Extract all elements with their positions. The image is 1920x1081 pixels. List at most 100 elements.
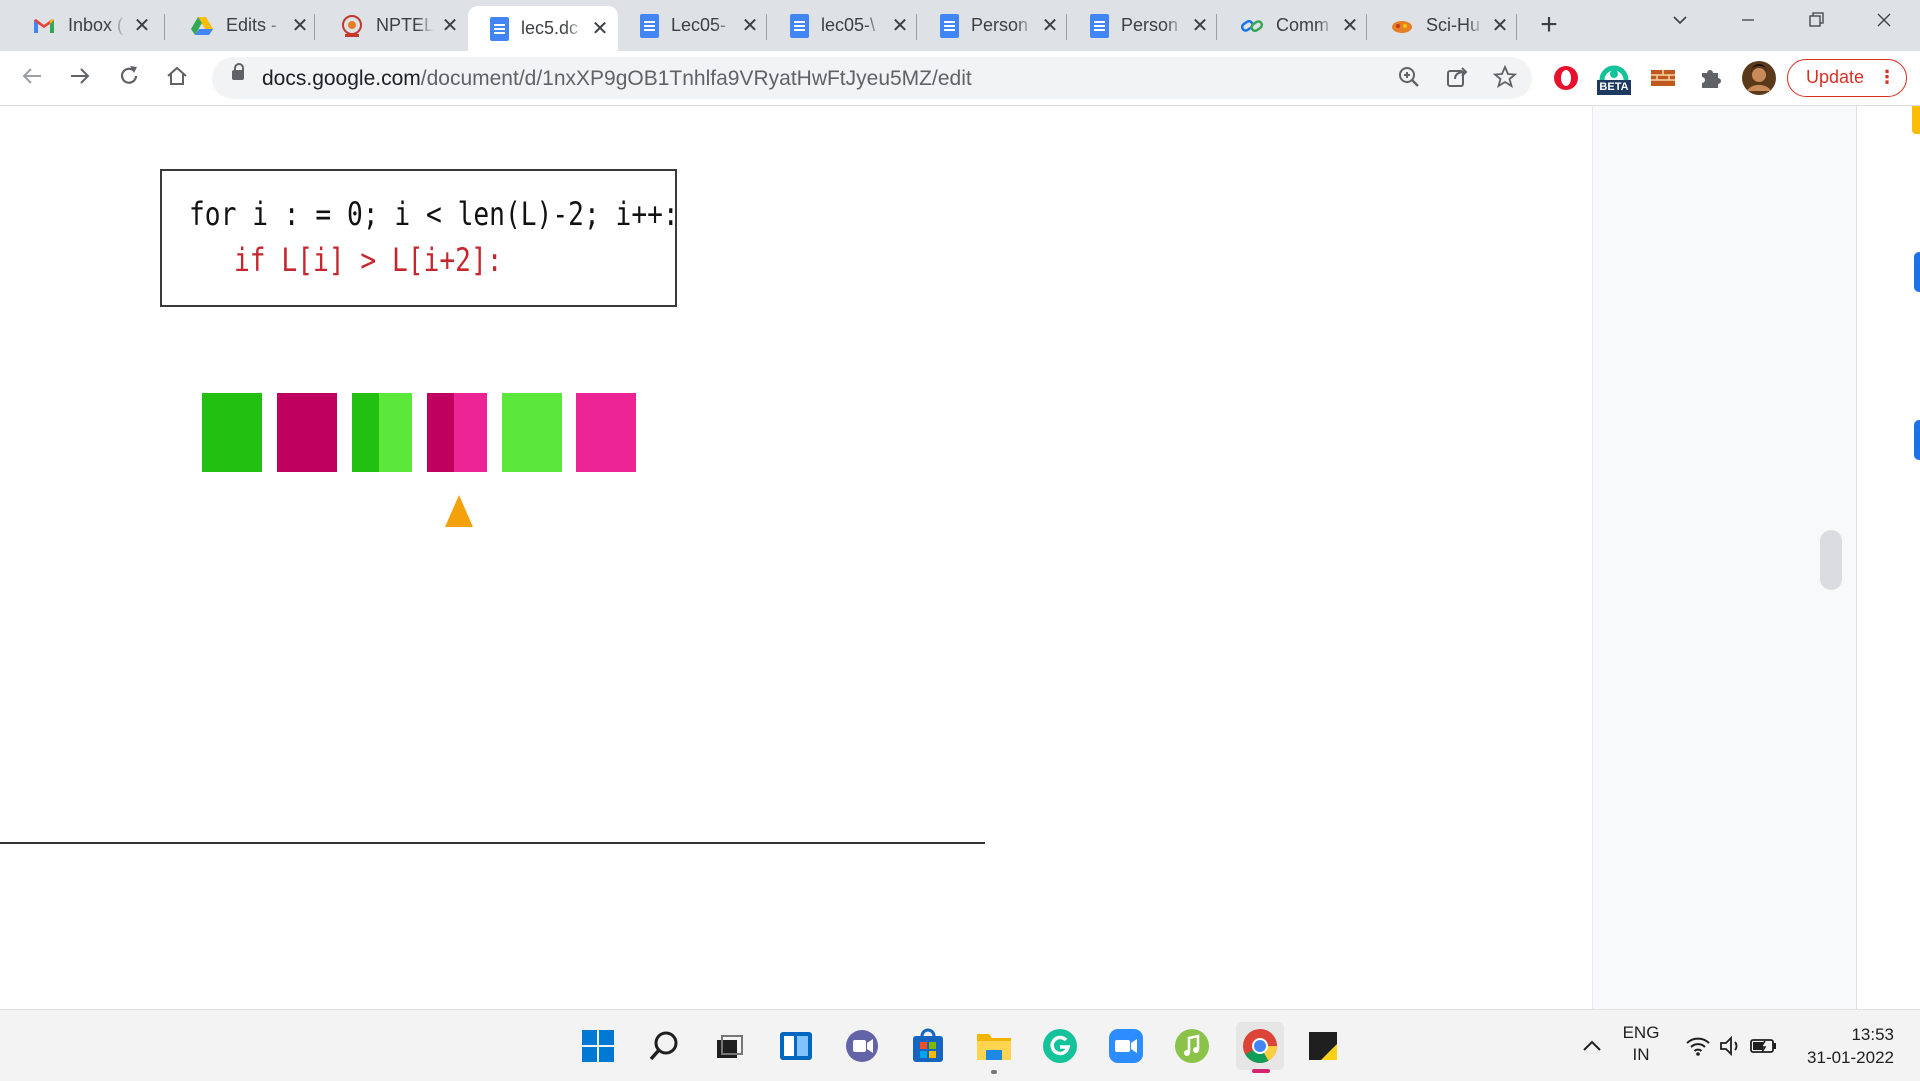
update-label: Update xyxy=(1806,67,1865,87)
tab-title: NPTEL xyxy=(376,15,434,35)
tab-divider xyxy=(1516,14,1517,40)
widgets-icon[interactable] xyxy=(776,1026,816,1066)
forward-button[interactable] xyxy=(65,63,95,93)
tab-title: Person xyxy=(971,15,1029,35)
windows-start-icon[interactable] xyxy=(578,1026,618,1066)
microsoft-store-icon[interactable] xyxy=(908,1026,948,1066)
update-button[interactable]: Update ⋮ xyxy=(1787,59,1907,97)
close-icon[interactable]: ✕ xyxy=(740,13,760,38)
close-icon[interactable]: ✕ xyxy=(290,13,310,38)
google-docs-icon xyxy=(640,13,659,38)
close-icon[interactable]: ✕ xyxy=(1040,13,1060,38)
lock-icon[interactable] xyxy=(232,63,244,80)
google-docs-icon xyxy=(1090,13,1109,38)
zoom-icon[interactable] xyxy=(1396,65,1422,91)
running-indicator xyxy=(991,1070,997,1074)
file-explorer-icon[interactable] xyxy=(974,1026,1014,1074)
browser-toolbar: docs.google.com/document/d/1nxXP9gOB1Tnh… xyxy=(0,51,1920,106)
battery-icon[interactable] xyxy=(1748,1032,1778,1060)
close-icon[interactable]: ✕ xyxy=(1490,13,1510,38)
tab-gmail[interactable]: Inbox ( ✕ xyxy=(10,6,160,45)
tab-drive[interactable]: Edits - ✕ xyxy=(168,6,318,45)
link-icon xyxy=(1240,14,1264,38)
tab-lec05-2[interactable]: lec05-\ ✕ xyxy=(768,6,918,45)
opera-extension-icon[interactable] xyxy=(1551,63,1581,93)
back-button[interactable] xyxy=(17,63,47,93)
tab-lec5-active[interactable]: lec5.dc ✕ xyxy=(468,6,618,51)
tab-title: Sci-Hu xyxy=(1426,15,1481,35)
close-icon[interactable]: ✕ xyxy=(890,13,910,38)
new-tab-button[interactable]: + xyxy=(1534,10,1564,40)
horizontal-rule xyxy=(0,842,985,844)
close-icon[interactable]: ✕ xyxy=(132,13,152,38)
sticky-notes-icon[interactable] xyxy=(1303,1026,1343,1066)
language-indicator[interactable]: ENG IN xyxy=(1620,1023,1662,1065)
url-text[interactable]: docs.google.com/document/d/1nxXP9gOB1Tnh… xyxy=(262,67,972,91)
code-line-1: for i : = 0; i < len(L)-2; i++: xyxy=(189,195,679,233)
tab-person-1[interactable]: Person ✕ xyxy=(918,6,1068,45)
tab-divider xyxy=(1066,14,1067,40)
contacts-edge-icon[interactable] xyxy=(1914,420,1920,460)
brick-extension-icon[interactable] xyxy=(1648,63,1678,93)
tab-nptel[interactable]: NPTEL ✕ xyxy=(318,6,468,45)
tab-divider xyxy=(1216,14,1217,40)
wifi-icon[interactable] xyxy=(1684,1032,1712,1060)
reload-button[interactable] xyxy=(114,63,144,93)
active-indicator xyxy=(1252,1069,1270,1073)
close-icon[interactable]: ✕ xyxy=(1190,13,1210,38)
close-icon[interactable]: ✕ xyxy=(1340,13,1360,38)
tab-divider xyxy=(916,14,917,40)
tab-comm[interactable]: Comm ✕ xyxy=(1218,6,1368,45)
beta-badge: BETA xyxy=(1597,80,1631,95)
tab-divider xyxy=(164,14,165,40)
nptel-icon xyxy=(340,14,364,38)
search-icon[interactable] xyxy=(644,1026,684,1066)
tab-title: Person xyxy=(1121,15,1179,35)
bookmark-star-icon[interactable] xyxy=(1492,64,1518,91)
tab-lec05[interactable]: Lec05- ✕ xyxy=(618,6,768,45)
square-3 xyxy=(352,393,412,472)
extensions-puzzle-icon[interactable] xyxy=(1696,63,1726,93)
side-panel xyxy=(1592,106,1857,1009)
sci-hub-icon xyxy=(1390,14,1414,38)
menu-dots-icon[interactable]: ⋮ xyxy=(1878,60,1896,95)
share-icon[interactable] xyxy=(1444,65,1470,91)
right-side-strip xyxy=(1856,106,1920,1009)
task-view-icon[interactable] xyxy=(710,1026,750,1066)
profile-avatar[interactable] xyxy=(1742,61,1776,95)
volume-icon[interactable] xyxy=(1716,1032,1744,1060)
chrome-icon[interactable] xyxy=(1236,1022,1284,1073)
address-bar[interactable]: docs.google.com/document/d/1nxXP9gOB1Tnh… xyxy=(212,57,1532,99)
clock-date: 31-01-2022 xyxy=(1807,1048,1894,1067)
teams-chat-icon[interactable] xyxy=(842,1026,882,1066)
home-button[interactable] xyxy=(162,63,192,93)
square-4 xyxy=(427,393,487,472)
grammarly-icon[interactable] xyxy=(1040,1026,1080,1066)
close-window-button[interactable] xyxy=(1864,8,1904,38)
tab-strip: Inbox ( ✕ Edits - ✕ NPTEL ✕ lec5.dc ✕ Le… xyxy=(0,0,1920,51)
square-1 xyxy=(202,393,262,472)
music-app-icon[interactable] xyxy=(1172,1026,1212,1066)
restore-button[interactable] xyxy=(1796,8,1836,38)
url-host: docs.google.com xyxy=(262,67,421,90)
zoom-icon[interactable] xyxy=(1106,1026,1146,1066)
close-icon[interactable]: ✕ xyxy=(590,16,610,41)
tasks-edge-icon[interactable] xyxy=(1914,252,1920,292)
tab-title: lec5.dc xyxy=(521,18,579,38)
keep-edge-icon[interactable] xyxy=(1912,106,1920,134)
tab-title: Inbox ( xyxy=(68,15,124,35)
tab-divider xyxy=(766,14,767,40)
tab-title: Comm xyxy=(1276,15,1329,35)
system-clock[interactable]: 13:53 31-01-2022 xyxy=(1807,1023,1894,1069)
close-icon[interactable]: ✕ xyxy=(440,13,460,38)
code-line-2: if L[i] > L[i+2]: xyxy=(234,241,503,279)
tab-title: lec05-\ xyxy=(821,15,876,35)
show-hidden-icons-chevron-icon[interactable] xyxy=(1578,1032,1606,1060)
beta-extension-icon[interactable]: BETA xyxy=(1597,60,1631,100)
tab-person-2[interactable]: Person ✕ xyxy=(1068,6,1218,45)
scrollbar-thumb[interactable] xyxy=(1820,530,1842,590)
minimize-button[interactable] xyxy=(1728,8,1768,38)
tab-search-chevron-icon[interactable] xyxy=(1660,8,1700,38)
tab-sci-hub[interactable]: Sci-Hu ✕ xyxy=(1368,6,1518,45)
tab-title: Lec05- xyxy=(671,15,727,35)
